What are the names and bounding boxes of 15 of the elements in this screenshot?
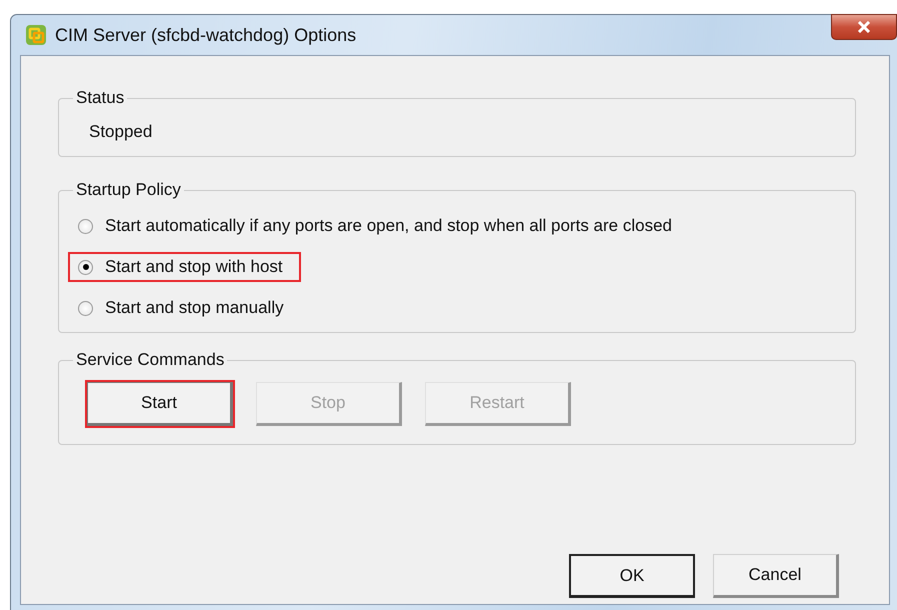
close-button[interactable] (831, 14, 897, 40)
radio-button[interactable] (78, 260, 93, 274)
service-command-button[interactable]: Start (87, 382, 233, 426)
radio-button[interactable] (78, 300, 93, 316)
close-icon (857, 21, 871, 33)
status-value: Stopped (89, 122, 152, 141)
group-label: Startup Policy (73, 180, 184, 200)
policy-radio-option[interactable]: Start automatically if any ports are open, and stop when all ports are closed (68, 211, 690, 241)
policy-radio-option[interactable]: Start and stop with host (68, 252, 301, 282)
app-icon (25, 24, 47, 46)
dialog-button[interactable]: Cancel (713, 554, 839, 598)
radio-button[interactable] (78, 218, 93, 234)
window-title: CIM Server (sfcbd-watchdog) Options (55, 24, 356, 47)
policy-radio-option[interactable]: Start and stop manually (68, 293, 302, 323)
dialog-button[interactable]: OK (569, 554, 695, 598)
